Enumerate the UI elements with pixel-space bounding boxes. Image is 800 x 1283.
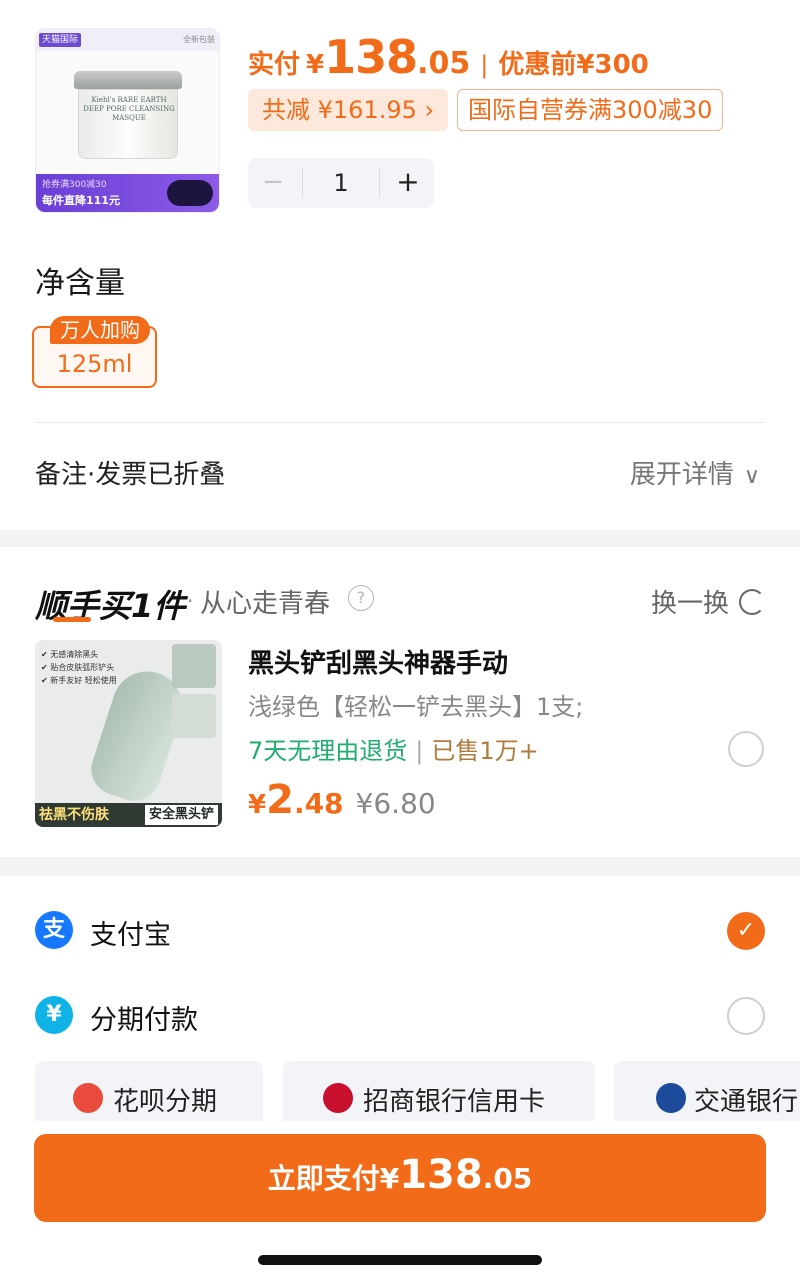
pay-now-button[interactable]: 立即支付¥138.05 (34, 1134, 766, 1222)
installment-options: 花呗分期 招商银行信用卡 交通银行 (0, 1061, 800, 1121)
recommend-subtitle: 从心走青春 (200, 589, 331, 619)
recommend-item-price: ¥2.48 ¥6.80 (248, 777, 436, 823)
image-promo-line2: 每件直降111元 (42, 194, 120, 207)
recommend-select-radio[interactable] (728, 731, 764, 767)
price-separator: | (480, 51, 489, 79)
pay-integer: 138 (324, 30, 418, 84)
price-decimal: .48 (293, 787, 344, 820)
image-bar-right: 安全黑头铲 (144, 805, 218, 825)
alipay-icon: 支 (35, 911, 73, 949)
image-bar-left: 祛黑不伤肤 (39, 807, 109, 823)
checkmark-icon[interactable]: ✓ (727, 912, 765, 950)
spec-option-tag: 万人加购 (50, 316, 150, 344)
quantity-plus-button[interactable]: + (382, 158, 434, 208)
pay-price-row: 实付 ¥138.05 | 优惠前¥300 (248, 30, 649, 84)
jar-graphic: Kiehl's RARE EARTH DEEP PORE CLEANSING M… (74, 71, 182, 161)
installment-option-huabei[interactable]: 花呗分期 (35, 1061, 263, 1121)
before-discount-label: 优惠前 (498, 50, 577, 80)
divider (35, 422, 765, 423)
recommendation-section: 顺手买1件 · 从心走青春 ? 换一换 ✔ 无感清除黑头 ✔ 贴合皮肤弧形铲头 … (0, 547, 800, 857)
expand-details-label: 展开详情 (629, 460, 734, 490)
installment-radio[interactable] (727, 997, 765, 1035)
pay-label: 实付 (248, 50, 301, 80)
payment-method-label: 支付宝 (90, 920, 171, 951)
installment-option-cmb[interactable]: 招商银行信用卡 (283, 1061, 595, 1121)
refresh-icon (739, 589, 765, 615)
image-brand-tag: 天猫国际 (39, 33, 82, 47)
price-integer: 2 (266, 777, 294, 823)
installment-label: 交通银行 (694, 1087, 799, 1117)
swap-button[interactable]: 换一换 (651, 583, 765, 620)
pay-now-label: 立即支付 (267, 1162, 380, 1195)
jar-lid (74, 71, 182, 89)
huabei-icon (73, 1083, 103, 1113)
payment-method-installment[interactable]: ¥ 分期付款 (0, 986, 800, 1046)
recommend-item-spec: 浅绿色【轻松一铲去黑头】1支; (248, 693, 584, 721)
chevron-down-icon: ∨ (743, 464, 760, 489)
bocom-icon (656, 1083, 686, 1113)
recommend-item-image[interactable]: ✔ 无感清除黑头 ✔ 贴合皮肤弧形铲头 ✔ 新手友好 轻松使用 祛黑不伤肤 安全… (35, 640, 222, 827)
recommend-item-title[interactable]: 黑头铲刮黑头神器手动 (248, 643, 508, 680)
installment-label: 招商银行信用卡 (363, 1087, 546, 1117)
tag-separator: | (415, 737, 424, 765)
image-promo-line1: 抢券满300减30 (42, 180, 107, 190)
coupon-chip[interactable]: 国际自营券满300减30 (457, 89, 724, 131)
image-thumbnail-1 (172, 644, 216, 688)
installment-label: 花呗分期 (113, 1087, 218, 1117)
cmb-icon (323, 1083, 353, 1113)
installment-icon: ¥ (35, 996, 73, 1034)
expand-details-button[interactable]: 展开详情 ∨ (630, 454, 760, 491)
recommend-title-accent (53, 617, 91, 622)
quantity-value[interactable]: 1 (302, 168, 380, 198)
total-discount-chip[interactable]: 共减 ¥161.95 › (248, 89, 449, 131)
pay-now-content: 立即支付¥138.05 (34, 1152, 766, 1198)
quantity-minus-button[interactable]: − (248, 158, 298, 208)
pay-now-decimal: .05 (482, 1162, 533, 1195)
before-discount-price: ¥300 (576, 50, 649, 80)
product-section: 天猫国际 全新包装 Kiehl's RARE EARTH DEEP PORE C… (0, 0, 800, 530)
image-promo-banner: 抢券满300减30 每件直降111元 (36, 174, 219, 212)
home-indicator[interactable] (258, 1255, 542, 1265)
help-icon[interactable]: ? (348, 585, 374, 611)
payment-method-alipay[interactable]: 支 支付宝 ✓ (0, 901, 800, 961)
payment-method-label: 分期付款 (90, 1005, 198, 1036)
recommend-dot: · (187, 589, 194, 613)
price-currency: ¥ (248, 790, 267, 820)
pay-decimal: .05 (417, 46, 471, 81)
original-price: ¥6.80 (355, 787, 436, 820)
spec-title: 净含量 (35, 266, 125, 301)
jar-body: Kiehl's RARE EARTH DEEP PORE CLEANSING M… (78, 89, 178, 159)
promo-deco-icon (167, 180, 213, 206)
recommend-title: 顺手买1件 (35, 581, 185, 627)
image-feature-list: ✔ 无感清除黑头 ✔ 贴合皮肤弧形铲头 ✔ 新手友好 轻松使用 (41, 650, 117, 685)
product-image[interactable]: 天猫国际 全新包装 Kiehl's RARE EARTH DEEP PORE C… (35, 28, 220, 213)
jar-label: Kiehl's RARE EARTH DEEP PORE CLEANSING M… (83, 96, 175, 122)
payment-section: 支 支付宝 ✓ ¥ 分期付款 花呗分期 招商银行信用卡 交通银行 立即支付¥13… (0, 876, 800, 1283)
pay-now-currency: ¥ (379, 1162, 400, 1195)
notes-label: 备注·发票已折叠 (35, 460, 226, 490)
spec-option-value: 125ml (56, 350, 133, 378)
recommend-item-tags: 7天无理由退货 | 已售1万+ (248, 731, 539, 766)
pay-currency: ¥ (306, 50, 325, 80)
pay-now-integer: 138 (399, 1152, 483, 1198)
sold-count: 已售1万+ (431, 737, 539, 765)
quantity-stepper: − 1 + (248, 158, 434, 208)
image-corner-text: 全新包装 (183, 35, 215, 44)
swap-label: 换一换 (650, 589, 729, 619)
return-policy-tag: 7天无理由退货 (248, 737, 408, 765)
installment-option-bocom[interactable]: 交通银行 (614, 1061, 800, 1121)
image-thumbnail-2 (172, 694, 216, 738)
